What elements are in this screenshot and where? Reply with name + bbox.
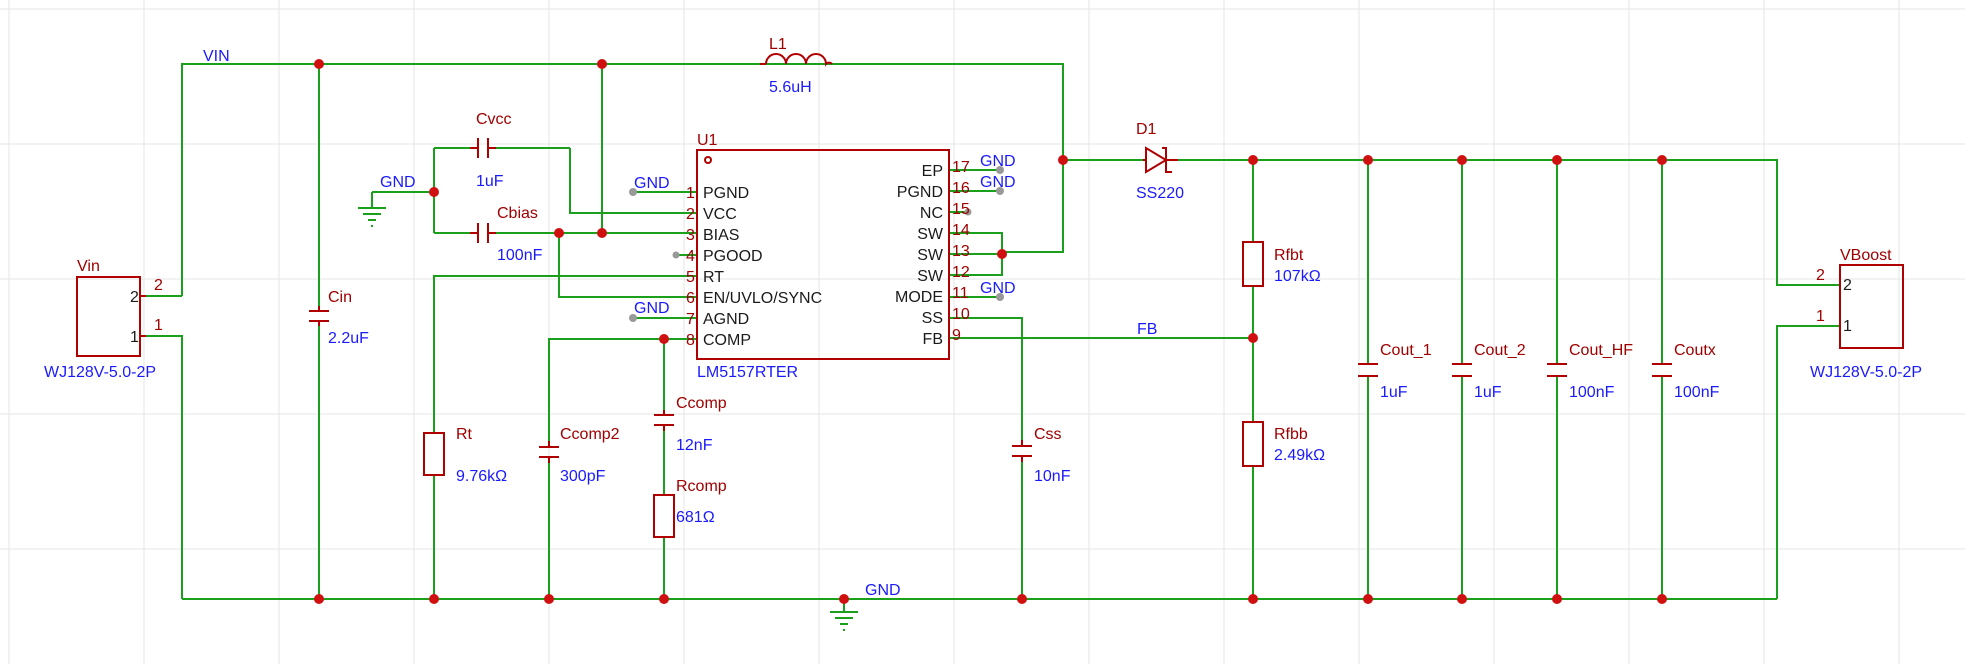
diode-d1-ref: D1 xyxy=(1136,121,1157,138)
net-label-gnd-mode: GND xyxy=(980,280,1016,297)
ic-u1-ref: U1 xyxy=(697,132,718,149)
ic-pin-number: 7 xyxy=(686,311,695,328)
connector-vboost-part: WJ128V-5.0-2P xyxy=(1810,364,1922,381)
capacitor-css-value: 10nF xyxy=(1034,468,1071,485)
connector-vin-pin1-name: 1 xyxy=(130,329,139,346)
schematic-canvas[interactable]: VIN GND GND GND GND GND GND GND FB Vin W… xyxy=(0,0,1965,664)
ic-pin-number: 8 xyxy=(686,332,695,349)
capacitor-cvcc-value: 1uF xyxy=(476,173,504,190)
ic-pin-name: COMP xyxy=(703,332,751,349)
ic-pin-number: 2 xyxy=(686,206,695,223)
connector-vboost-pin1-number: 1 xyxy=(1816,308,1825,325)
connector-vin-pin2-name: 2 xyxy=(130,289,139,306)
resistor-rfbt-ref: Rfbt xyxy=(1274,247,1304,264)
ic-pin-name: FB xyxy=(923,331,943,348)
capacitor-cout-hf-value: 100nF xyxy=(1569,384,1615,401)
capacitor-css-ref: Css xyxy=(1034,426,1062,443)
resistor-rt-value: 9.76kΩ xyxy=(456,468,507,485)
inductor-l1-ref: L1 xyxy=(769,36,787,53)
ic-pin-number: 6 xyxy=(686,290,695,307)
ic-pin-number: 16 xyxy=(952,180,970,197)
ic-pin-name: EN/UVLO/SYNC xyxy=(703,290,822,307)
capacitor-ccomp-value: 12nF xyxy=(676,437,713,454)
capacitor-cbias-ref: Cbias xyxy=(497,205,538,222)
ic-pin-name: VCC xyxy=(703,206,737,223)
net-label-gnd-bottom: GND xyxy=(865,582,901,599)
ic-u1-part: LM5157RTER xyxy=(697,364,798,381)
connector-vboost-pin1-name: 1 xyxy=(1843,318,1852,335)
ic-pin-number: 11 xyxy=(952,285,969,302)
ic-pin-number: 4 xyxy=(686,248,695,265)
ic-pin-number: 5 xyxy=(686,269,695,286)
ic-pin-name: SW xyxy=(917,268,944,285)
ic-pin-name: AGND xyxy=(703,311,749,328)
capacitor-coutx-value: 100nF xyxy=(1674,384,1720,401)
capacitor-cout-hf-ref: Cout_HF xyxy=(1569,342,1633,359)
connector-vin-pin2-number: 2 xyxy=(154,277,163,294)
ic-pin-name: NC xyxy=(920,205,943,222)
ic-pin-name: PGOOD xyxy=(703,248,763,265)
ic-pin-number: 10 xyxy=(952,306,970,323)
capacitor-coutx-ref: Coutx xyxy=(1674,342,1716,359)
ic-pin-number: 12 xyxy=(952,264,970,281)
connector-vboost-pin2-name: 2 xyxy=(1843,277,1852,294)
capacitor-cout1-ref: Cout_1 xyxy=(1380,342,1432,359)
resistor-rfbb-ref: Rfbb xyxy=(1274,426,1308,443)
connector-vin-pin1-number: 1 xyxy=(154,317,163,334)
net-label-gnd-ep: GND xyxy=(980,153,1016,170)
net-label-gnd-pin7: GND xyxy=(634,300,670,317)
resistor-rfbb-value: 2.49kΩ xyxy=(1274,447,1325,464)
connector-vboost-pin2-number: 2 xyxy=(1816,267,1825,284)
capacitor-cvcc-ref: Cvcc xyxy=(476,111,512,128)
capacitor-cout2-ref: Cout_2 xyxy=(1474,342,1526,359)
net-label-gnd-pin1: GND xyxy=(634,175,670,192)
ic-pin-name: PGND xyxy=(703,185,749,202)
ic-pin-number: 1 xyxy=(686,185,695,202)
ic-pin-number: 14 xyxy=(952,222,970,239)
ic-pin-number: 15 xyxy=(952,201,970,218)
net-label-gnd-left: GND xyxy=(380,174,416,191)
diode-d1-value: SS220 xyxy=(1136,185,1184,202)
ic-pin-number: 13 xyxy=(952,243,970,260)
capacitor-cin-value: 2.2uF xyxy=(328,330,369,347)
ic-pin-name: RT xyxy=(703,269,724,286)
connector-vin-part: WJ128V-5.0-2P xyxy=(44,364,156,381)
ic-pin-name: SW xyxy=(917,226,944,243)
ic-pin-name: SS xyxy=(922,310,943,327)
net-label-gnd-pgnd: GND xyxy=(980,174,1016,191)
capacitor-cout2-value: 1uF xyxy=(1474,384,1502,401)
ic-pin-name: PGND xyxy=(897,184,943,201)
ic-pin-name: MODE xyxy=(895,289,943,306)
resistor-rcomp-value: 681Ω xyxy=(676,509,715,526)
ic-pin-name: SW xyxy=(917,247,944,264)
connector-vboost-ref: VBoost xyxy=(1840,247,1892,264)
ic-pin-name: EP xyxy=(922,163,943,180)
net-label-vin: VIN xyxy=(203,48,230,65)
ic-pin-number: 3 xyxy=(686,227,695,244)
capacitor-cin-ref: Cin xyxy=(328,289,352,306)
ic-pin-name: BIAS xyxy=(703,227,739,244)
resistor-rcomp-ref: Rcomp xyxy=(676,478,727,495)
net-label-fb: FB xyxy=(1137,321,1157,338)
capacitor-cbias-value: 100nF xyxy=(497,247,543,264)
resistor-rt-ref: Rt xyxy=(456,426,473,443)
capacitor-ccomp2-ref: Ccomp2 xyxy=(560,426,620,443)
capacitor-ccomp-ref: Ccomp xyxy=(676,395,727,412)
inductor-l1-value: 5.6uH xyxy=(769,79,812,96)
canvas-background xyxy=(0,0,1965,664)
ic-pin-number: 17 xyxy=(952,159,970,176)
resistor-rfbt-value: 107kΩ xyxy=(1274,268,1321,285)
capacitor-ccomp2-value: 300pF xyxy=(560,468,606,485)
connector-vin-ref: Vin xyxy=(77,258,100,275)
capacitor-cout1-value: 1uF xyxy=(1380,384,1408,401)
ic-pin-number: 9 xyxy=(952,327,961,344)
